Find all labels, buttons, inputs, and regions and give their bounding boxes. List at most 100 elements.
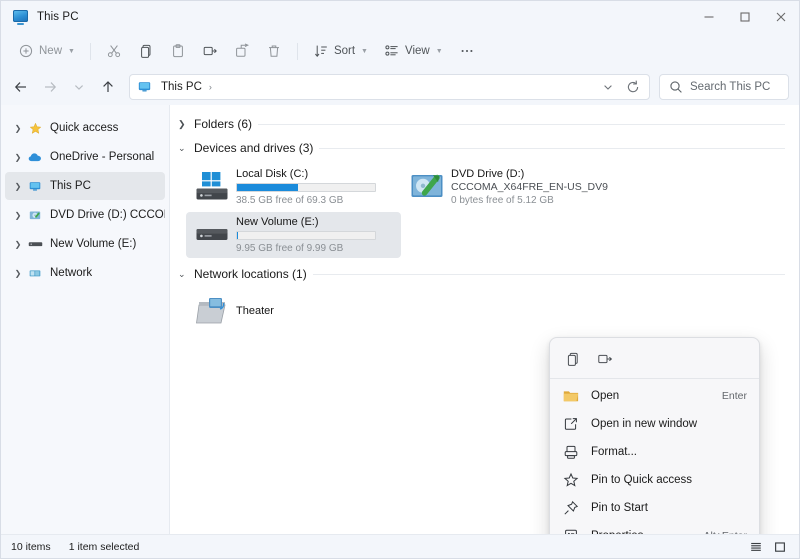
chevron-right-icon[interactable]: ❯: [11, 240, 25, 249]
sidebar-label: This PC: [50, 180, 91, 192]
sidebar-item-new-volume[interactable]: ❯ New Volume (E:): [5, 230, 165, 258]
address-bar[interactable]: This PC ›: [129, 74, 650, 100]
search-input[interactable]: Search This PC: [659, 74, 789, 100]
refresh-button[interactable]: [621, 76, 645, 98]
window-title: This PC: [37, 11, 79, 23]
group-header-folders[interactable]: ❯ Folders (6): [170, 113, 799, 135]
new-button[interactable]: New ▼: [11, 37, 82, 65]
status-selection-count: 1 item selected: [68, 540, 140, 553]
rename-button[interactable]: [195, 37, 225, 65]
large-icons-view-button[interactable]: [769, 537, 791, 557]
drive-usage-bar: [236, 230, 376, 240]
chevron-right-icon[interactable]: ❯: [11, 153, 25, 162]
format-icon: [562, 444, 579, 460]
maximize-button[interactable]: [727, 1, 763, 33]
network-icon: [27, 267, 43, 280]
search-icon: [670, 81, 682, 93]
drive-tile-dvd-drive-d[interactable]: DVD Drive (D:) CCCOMA_X64FRE_EN-US_DV9 0…: [401, 164, 616, 210]
context-menu-divider: [550, 378, 759, 379]
dvd-icon: [27, 209, 43, 222]
context-menu-item-open-new-window[interactable]: Open in new window: [554, 410, 755, 438]
drive-tile-local-disk-c[interactable]: Local Disk (C:) 38.5 GB free of 69.3 GB: [186, 164, 401, 210]
pin-icon: [562, 500, 579, 516]
properties-icon: [562, 528, 579, 534]
context-menu-item-format[interactable]: Format...: [554, 438, 755, 466]
chevron-down-icon: ▼: [435, 47, 443, 55]
status-item-count: 10 items: [11, 540, 51, 553]
forward-button[interactable]: [36, 73, 64, 101]
breadcrumb-separator: ›: [208, 82, 212, 92]
drive-free-space: 38.5 GB free of 69.3 GB: [236, 194, 344, 206]
cut-button[interactable]: [99, 37, 129, 65]
group-title: Devices and drives (3): [194, 141, 314, 155]
context-menu-item-properties[interactable]: Properties Alt+Enter: [554, 522, 755, 534]
sidebar-item-network[interactable]: ❯ Network: [5, 259, 165, 287]
copy-button[interactable]: [131, 37, 161, 65]
drive-free-space: 9.95 GB free of 9.99 GB: [236, 242, 344, 254]
paste-button[interactable]: [163, 37, 193, 65]
see-more-button[interactable]: [452, 37, 482, 65]
previous-locations-button[interactable]: [596, 76, 620, 98]
drives-grid: Local Disk (C:) 38.5 GB free of 69.3 GB: [170, 161, 799, 263]
sort-button[interactable]: Sort ▼: [306, 37, 375, 65]
items-view: ❯ Folders (6) ⌄ Devices and drives (3) L…: [170, 105, 799, 534]
context-menu-label: Format...: [591, 446, 638, 458]
drive-info: Local Disk (C:) 38.5 GB free of 69.3 GB: [232, 168, 397, 207]
network-drive-icon: [192, 295, 232, 327]
dvd-drive-icon: [407, 172, 447, 202]
sidebar-item-dvd-drive[interactable]: ❯ DVD Drive (D:) CCCOMA_X64FR: [5, 201, 165, 229]
recent-locations-button[interactable]: [65, 73, 93, 101]
vertical-scrollbar[interactable]: [787, 105, 799, 534]
back-button[interactable]: [7, 73, 35, 101]
sort-button-label: Sort: [333, 45, 356, 57]
sidebar-label: DVD Drive (D:) CCCOMA_X64FR: [50, 209, 165, 221]
details-view-button[interactable]: [745, 537, 767, 557]
chevron-right-icon[interactable]: ❯: [11, 269, 25, 278]
sidebar-item-quick-access[interactable]: ❯ Quick access: [5, 114, 165, 142]
drive-name: Local Disk (C:): [236, 167, 309, 180]
context-menu-item-pin-to-start[interactable]: Pin to Start: [554, 494, 755, 522]
breadcrumb-item-this-pc[interactable]: This PC: [158, 79, 205, 95]
context-menu-item-open[interactable]: Open Enter: [554, 382, 755, 410]
rename-action-button[interactable]: [590, 345, 620, 372]
copy-action-button[interactable]: [558, 345, 588, 372]
group-header-devices[interactable]: ⌄ Devices and drives (3): [170, 137, 799, 159]
minimize-button[interactable]: [691, 1, 727, 33]
chevron-right-icon[interactable]: ❯: [11, 124, 25, 133]
explorer-body: ❯ Quick access ❯ OneDrive - Personal ❯ T…: [1, 105, 799, 534]
delete-button[interactable]: [259, 37, 289, 65]
close-button[interactable]: [763, 1, 799, 33]
chevron-down-icon: ▼: [68, 47, 75, 55]
command-bar: New ▼ Sort ▼ View ▼: [1, 33, 799, 69]
sidebar-item-this-pc[interactable]: ❯ This PC: [5, 172, 165, 200]
chevron-right-icon[interactable]: ❯: [178, 119, 188, 130]
view-button[interactable]: View ▼: [377, 37, 450, 65]
chevron-right-icon[interactable]: ❯: [11, 211, 25, 220]
hard-drive-icon: [192, 222, 232, 248]
drive-usage-fill: [237, 183, 298, 191]
chevron-down-icon[interactable]: ⌄: [178, 143, 188, 154]
new-button-label: New: [39, 45, 63, 57]
group-title: Network locations (1): [194, 267, 307, 281]
folder-open-icon: [562, 389, 579, 403]
network-location-name: Theater: [236, 304, 274, 317]
group-header-network[interactable]: ⌄ Network locations (1): [170, 263, 799, 285]
context-menu-label: Open: [591, 390, 620, 402]
address-bar-row: This PC › Search This PC: [1, 69, 799, 105]
up-button[interactable]: [94, 73, 122, 101]
new-window-icon: [562, 416, 579, 432]
address-bar-actions: [596, 76, 645, 98]
share-button[interactable]: [227, 37, 257, 65]
network-tile-theater[interactable]: Theater: [186, 289, 401, 333]
chevron-down-icon[interactable]: ⌄: [178, 269, 188, 280]
context-menu-item-pin-to-quick-access[interactable]: Pin to Quick access: [554, 466, 755, 494]
group-title: Folders (6): [194, 117, 253, 131]
drive-info: DVD Drive (D:) CCCOMA_X64FRE_EN-US_DV9 0…: [447, 168, 612, 207]
chevron-right-icon[interactable]: ❯: [11, 182, 25, 191]
context-menu: Open Enter Open in new window Format... …: [549, 337, 760, 534]
sidebar-item-onedrive[interactable]: ❯ OneDrive - Personal: [5, 143, 165, 171]
drive-free-space: 0 bytes free of 5.12 GB: [451, 194, 554, 206]
drive-tile-new-volume-e[interactable]: New Volume (E:) 9.95 GB free of 9.99 GB: [186, 212, 401, 258]
file-explorer-window: This PC New ▼ Sort ▼ View ▼ This PC › Se…: [0, 0, 800, 559]
toolbar-separator-2: [296, 42, 298, 60]
